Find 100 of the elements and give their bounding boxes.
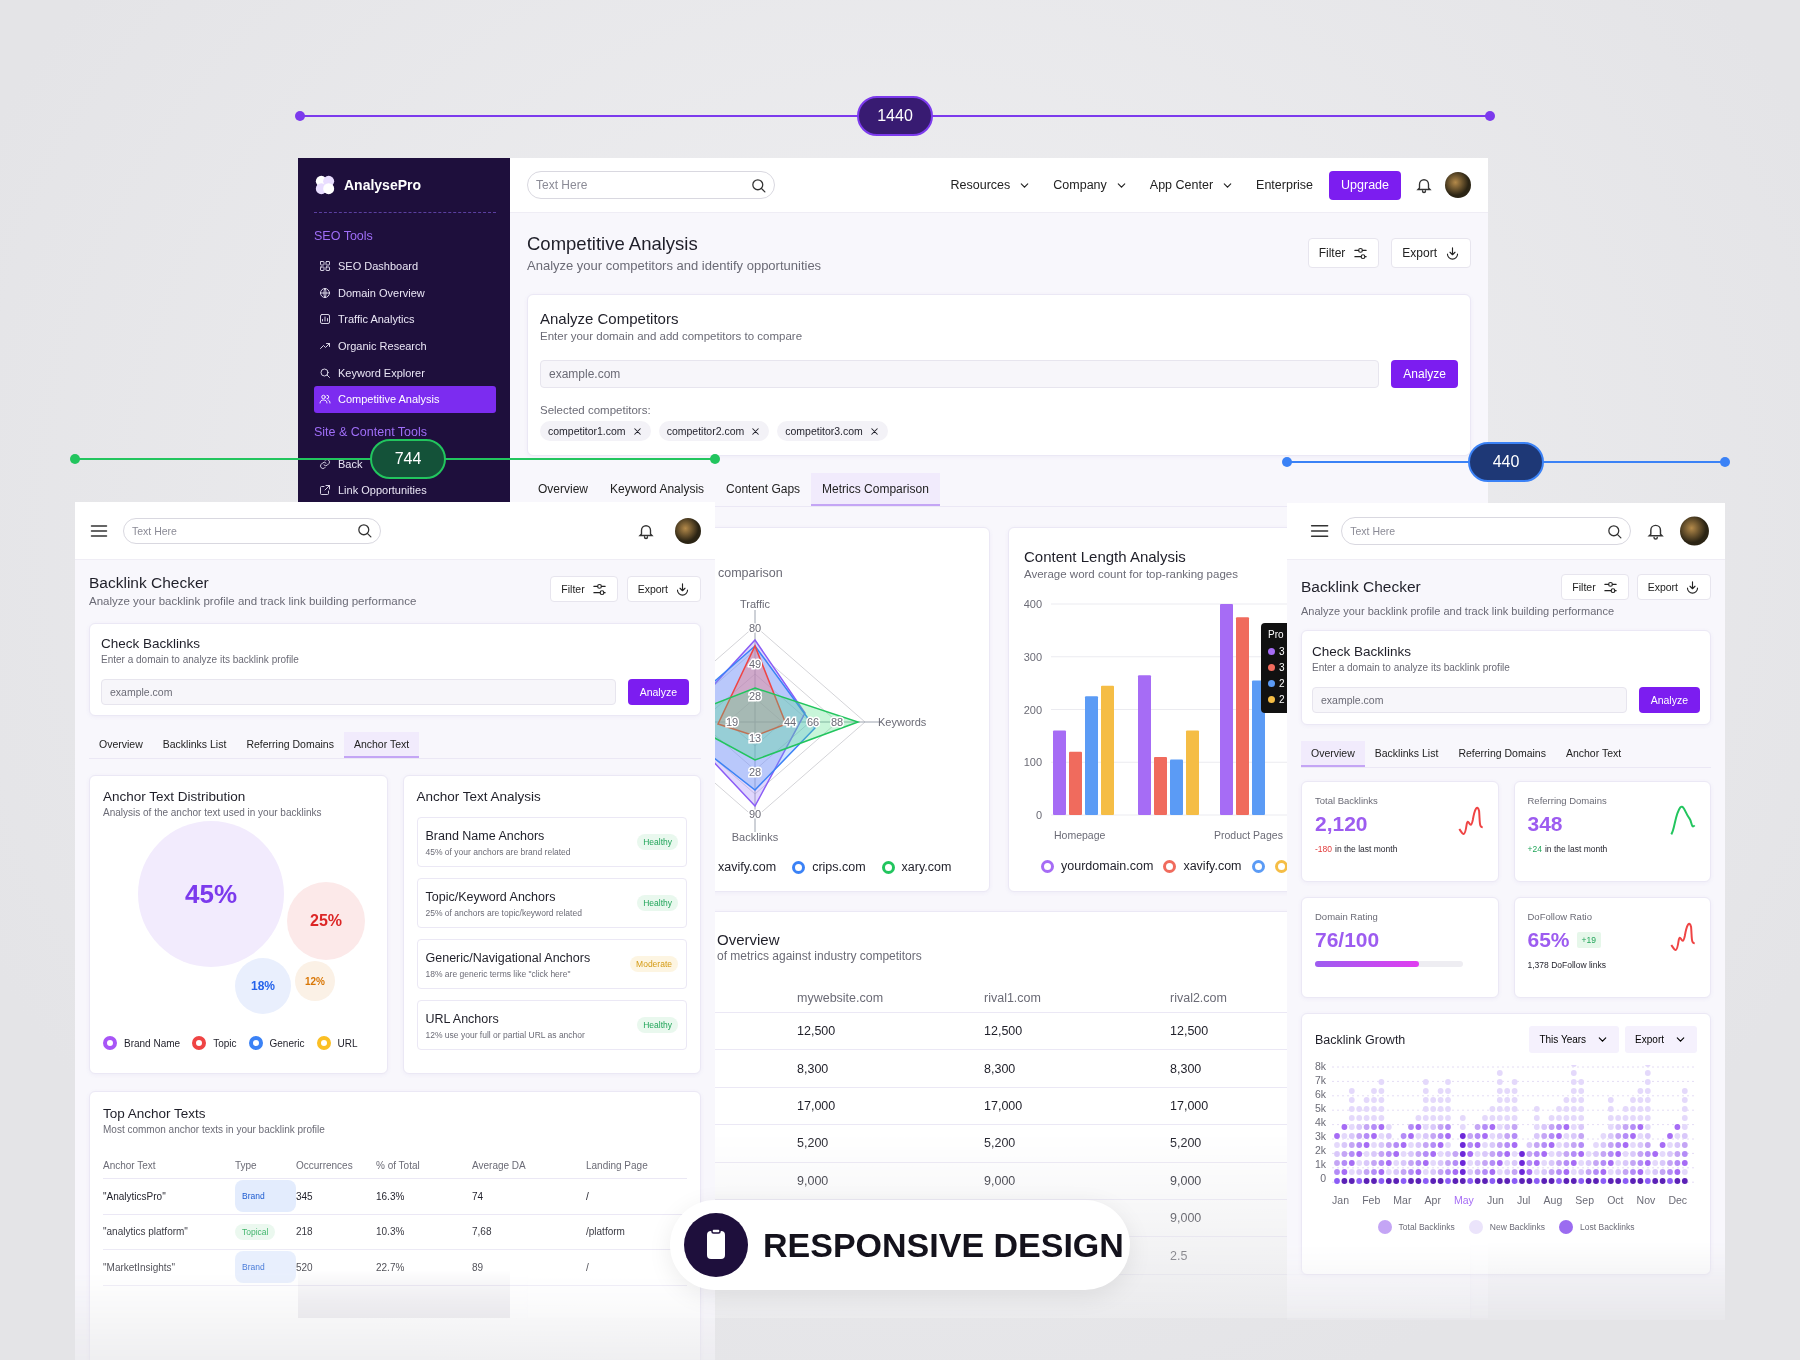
tab[interactable]: Anchor Text <box>343 732 420 758</box>
page-title: Competitive Analysis <box>527 232 699 256</box>
domain-input[interactable]: example.com <box>540 360 1380 388</box>
tab[interactable]: Metrics Comparison <box>811 473 940 506</box>
month-label[interactable]: Jul <box>1517 1194 1531 1206</box>
table-cell-text: / <box>586 1261 590 1273</box>
filter-icon <box>1353 245 1369 261</box>
tab[interactable]: Backlinks List <box>152 732 237 758</box>
month-label[interactable]: Aug <box>1543 1194 1563 1206</box>
card-subtitle: Enter your domain and add competitors to compare <box>540 329 804 344</box>
sidebar-item[interactable]: Domain Overview <box>314 279 430 307</box>
filter-icon <box>1602 579 1618 595</box>
sidebar-item[interactable]: Traffic Analytics <box>314 306 420 333</box>
avatar[interactable] <box>1445 172 1471 198</box>
tab[interactable]: Content Gaps <box>715 473 812 506</box>
month-label[interactable]: Jan <box>1332 1194 1350 1206</box>
download-icon <box>1685 579 1700 595</box>
upgrade-button[interactable]: Upgrade <box>1329 170 1401 200</box>
table-cell-text: 22.7% <box>376 1261 406 1273</box>
month-label[interactable]: Nov <box>1636 1194 1656 1206</box>
sidebar-item[interactable]: Organic Research <box>314 332 432 360</box>
analyze-button[interactable]: Analyze <box>1391 360 1458 388</box>
nav-menu-item[interactable]: Enterprise <box>1256 178 1314 192</box>
sidebar-item[interactable]: Competitive Analysis <box>314 385 496 413</box>
sidebar-item[interactable]: Back <box>314 450 368 478</box>
filter-button[interactable]: Filter <box>1561 574 1629 600</box>
tab[interactable]: Overview <box>527 473 599 506</box>
filter-button[interactable]: Filter <box>1307 238 1380 268</box>
tooltip-value: 3 <box>1279 645 1285 657</box>
search-field[interactable]: Text Here <box>1341 517 1631 545</box>
tick-label: 8k <box>1315 1060 1327 1072</box>
nav-menu-item[interactable]: Company <box>1053 178 1128 192</box>
tab[interactable]: Overview <box>1301 741 1365 767</box>
sidebar-item[interactable]: SEO Dashboard <box>314 253 424 280</box>
item-title: Topic/Keyword Anchors <box>425 888 557 906</box>
tooltip-value: 2 <box>1279 677 1285 689</box>
bar <box>1069 751 1082 815</box>
tab[interactable]: Overview <box>89 732 153 758</box>
month-label[interactable]: May <box>1454 1194 1474 1206</box>
column-header: mywebsite.com <box>797 990 885 1005</box>
tooltip-value: 3 <box>1279 661 1285 673</box>
month-label[interactable]: Jun <box>1486 1194 1504 1206</box>
tick-label: 5k <box>1315 1102 1327 1114</box>
export-button[interactable]: Export <box>1636 574 1711 600</box>
month-label[interactable]: Mar <box>1393 1194 1412 1206</box>
table-cell-text: 9,000 <box>797 1173 830 1188</box>
table-cell-text: "MarketInsights" <box>103 1261 177 1273</box>
month-label[interactable]: Oct <box>1607 1194 1624 1206</box>
export-button[interactable]: Export <box>626 576 701 602</box>
legend-label: xavify.com <box>1183 859 1242 873</box>
card-title: Backlink Growth <box>1315 1032 1406 1047</box>
sidebar-item[interactable]: Keyword Explorer <box>314 359 430 386</box>
month-label[interactable]: Feb <box>1362 1194 1381 1206</box>
export-button[interactable]: Export <box>1391 238 1471 268</box>
month-label[interactable]: Apr <box>1424 1194 1441 1206</box>
width-label: 440 <box>1468 442 1544 482</box>
tab[interactable]: Anchor Text <box>1555 741 1632 767</box>
type-tag: Brand <box>235 1251 296 1284</box>
month-label[interactable]: Dec <box>1668 1194 1688 1206</box>
tab[interactable]: Referring Domains <box>236 732 344 758</box>
close-icon[interactable] <box>631 425 643 437</box>
filter-button[interactable]: Filter <box>550 576 618 602</box>
tab[interactable]: Backlinks List <box>1364 741 1449 767</box>
page-subtitle: Analyze your backlink profile and track link building performance <box>89 594 417 609</box>
search-field[interactable]: Text Here <box>123 517 381 544</box>
close-icon[interactable] <box>868 425 880 437</box>
search-field[interactable]: Text Here <box>527 171 775 199</box>
tick-label: 28 <box>748 690 762 702</box>
avatar[interactable] <box>1680 516 1709 546</box>
domain-input[interactable]: example.com <box>101 679 616 705</box>
grid-icon <box>319 260 331 273</box>
category-label: Product Pages <box>1214 829 1283 841</box>
item-description: 12% use your full or partial URL as anchor <box>425 1029 585 1040</box>
brand-name: AnalysePro <box>344 177 422 193</box>
nav-menu-item[interactable]: App Center <box>1149 178 1235 192</box>
legend-label: yourdomain.com <box>1061 859 1154 873</box>
table-cell-text: 89 <box>472 1261 485 1273</box>
stat-value: 76/100 <box>1315 928 1380 952</box>
tick-label: 0 <box>1035 809 1042 821</box>
table-cell-text: 9,000 <box>984 1173 1017 1188</box>
avatar[interactable] <box>675 517 701 544</box>
nav-menu-item[interactable]: Resources <box>950 178 1032 192</box>
domain-input[interactable]: example.com <box>1312 687 1627 713</box>
close-icon[interactable] <box>750 425 762 437</box>
dropdown[interactable]: Export <box>1625 1026 1697 1053</box>
sidebar-item[interactable]: Link Opportunities <box>314 477 432 504</box>
tab[interactable]: Keyword Analysis <box>599 473 716 506</box>
external-link-icon <box>319 484 331 497</box>
analyze-button[interactable]: Analyze <box>1638 687 1700 713</box>
analyze-button[interactable]: Analyze <box>627 679 689 705</box>
type-tag: Topical <box>235 1224 276 1241</box>
tab[interactable]: Referring Domains <box>1448 741 1556 767</box>
tooltip-value: 2 <box>1279 693 1285 705</box>
table-cell-text: "AnalyticsPro" <box>103 1190 167 1202</box>
bell-icon[interactable] <box>1415 176 1433 194</box>
month-label[interactable]: Sep <box>1575 1194 1595 1206</box>
category-label: Homepage <box>1054 829 1106 841</box>
banner-title: RESPONSIVE DESIGN <box>763 1225 1124 1265</box>
card-title: Content Length Analysis <box>1024 547 1186 566</box>
dropdown[interactable]: This Years <box>1529 1026 1620 1053</box>
